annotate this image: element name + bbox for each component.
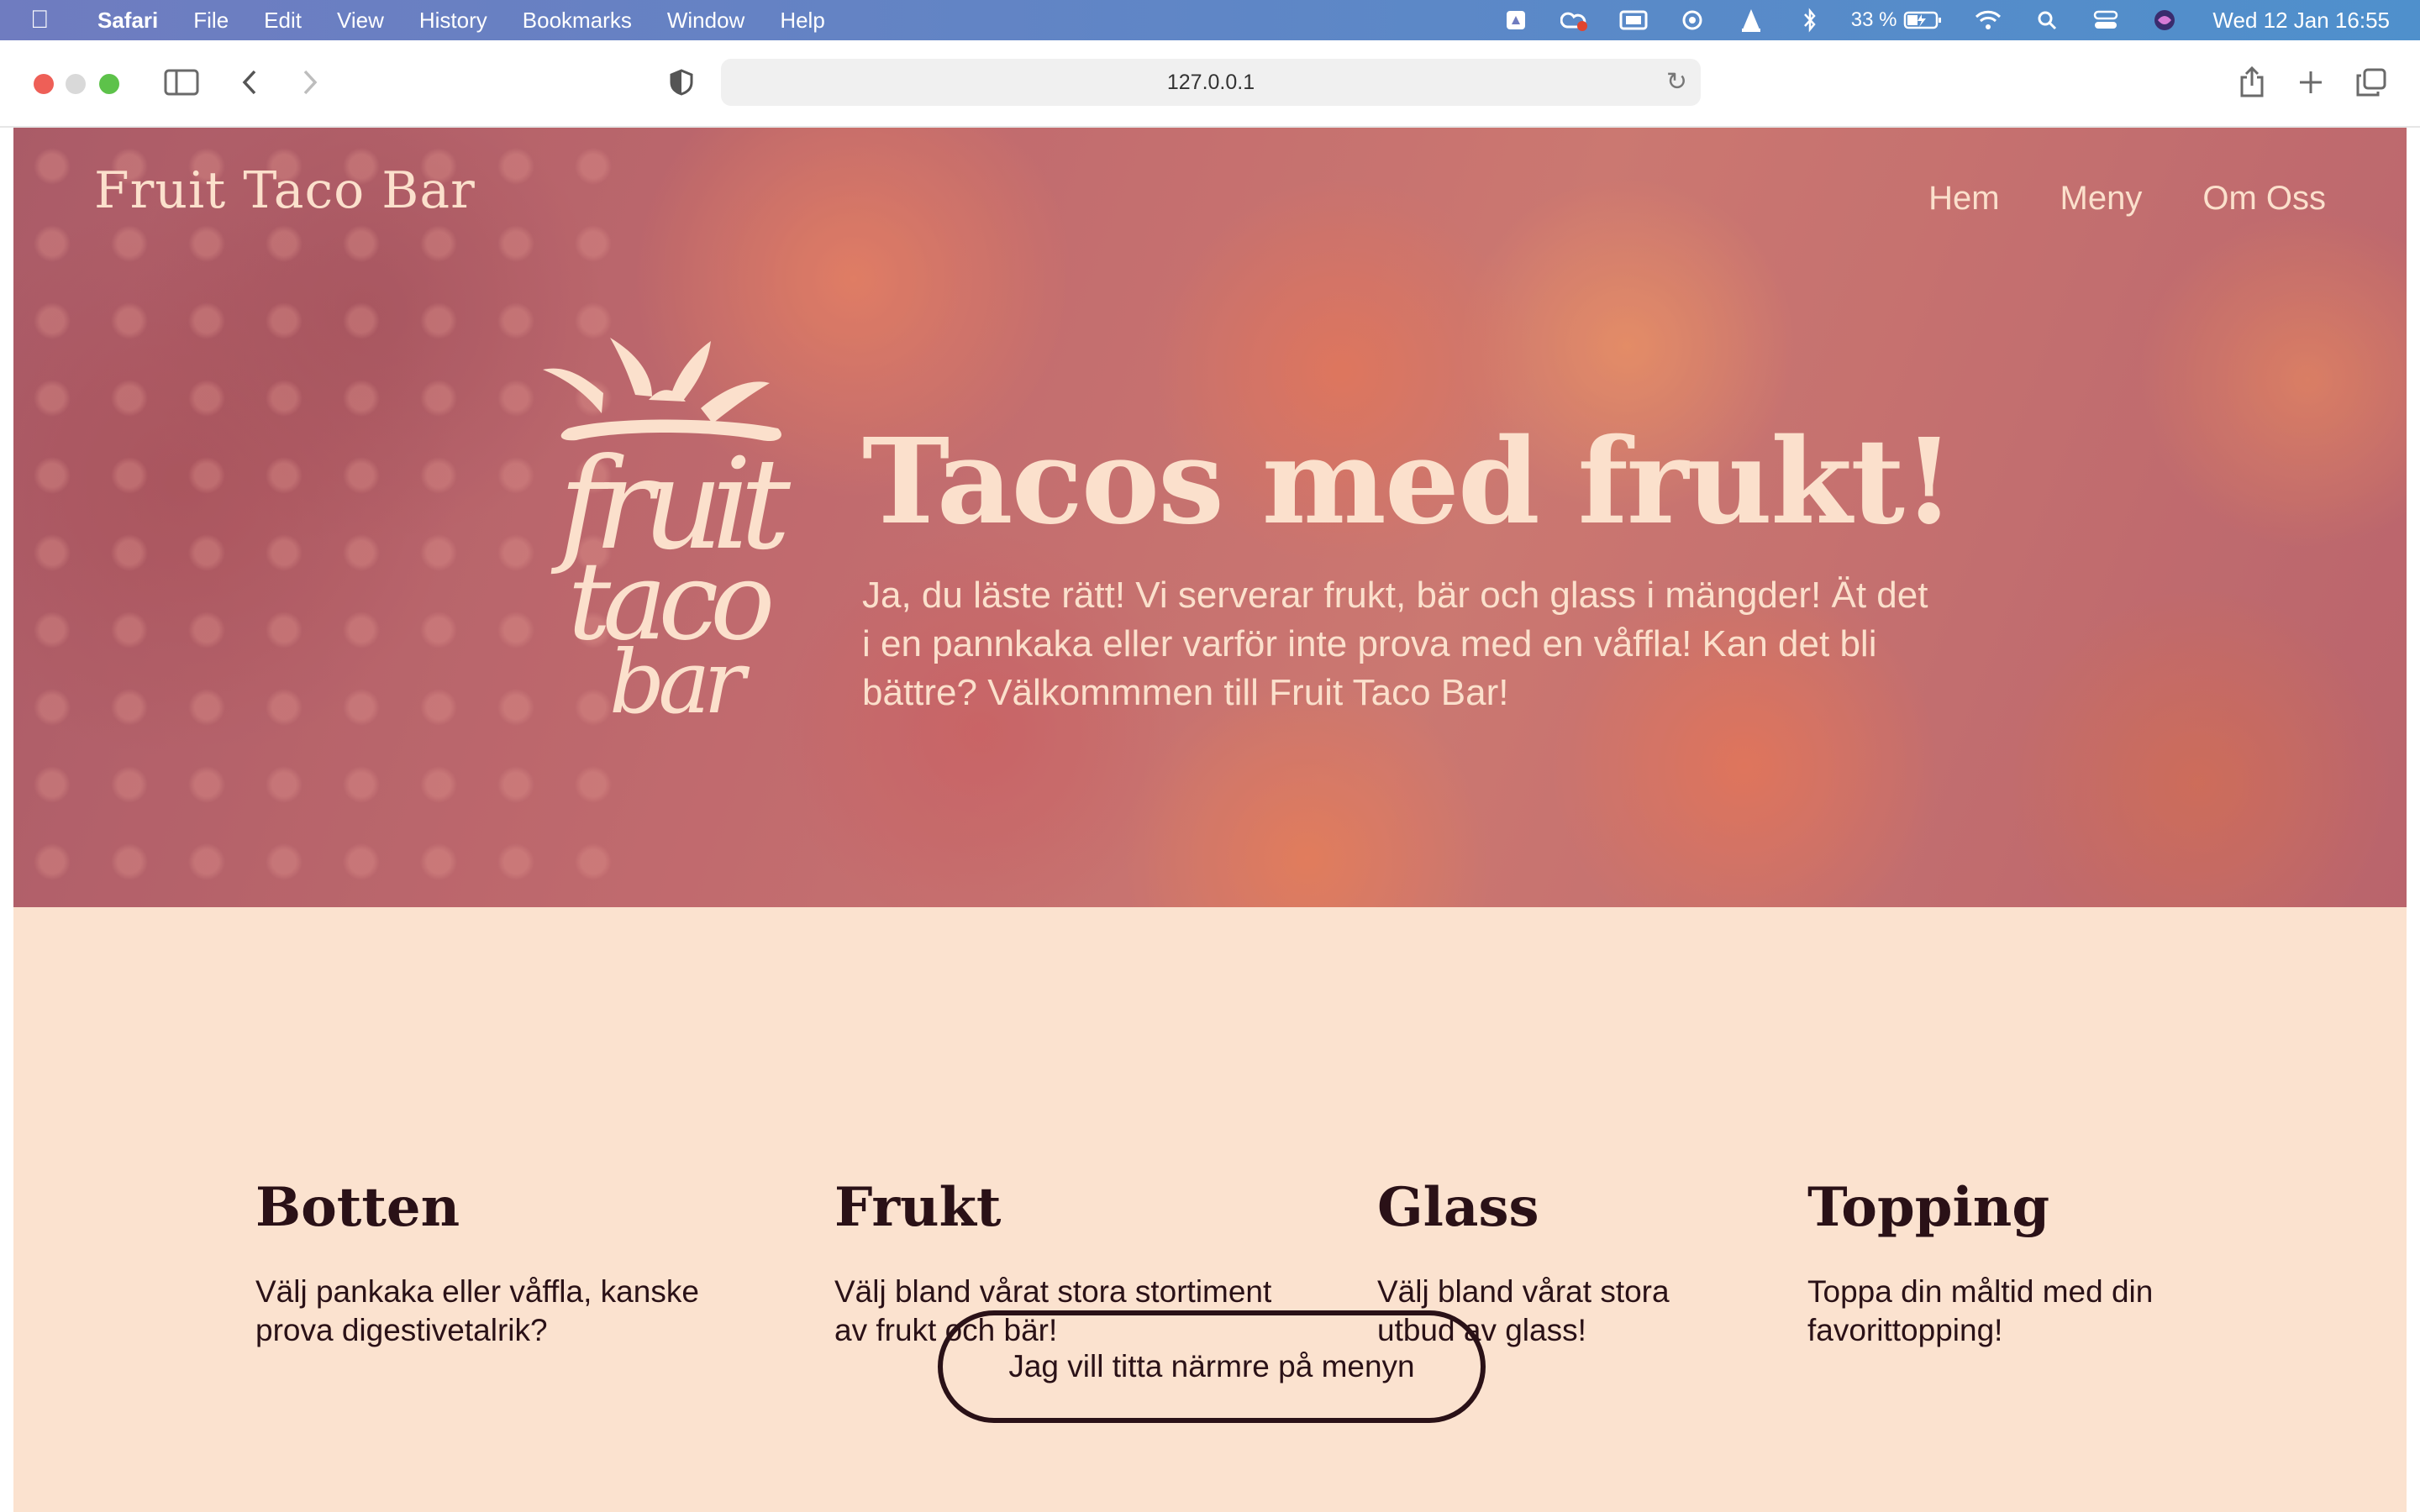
window-close-button[interactable]	[34, 74, 54, 94]
menu-bar-status-area: 33 % Wed 12 Jan 16:55	[1471, 8, 2390, 34]
address-bar-url[interactable]: 127.0.0.1	[1167, 71, 1255, 95]
search-icon[interactable]	[2033, 8, 2061, 33]
creative-cloud-icon[interactable]	[1560, 8, 1589, 33]
menu-app-name[interactable]: Safari	[97, 8, 158, 34]
view-menu-button[interactable]: Jag vill titta närmre på menyn	[938, 1310, 1486, 1423]
privacy-shield-icon[interactable]	[667, 62, 696, 102]
bluetooth-icon[interactable]	[1796, 8, 1824, 33]
logo-word-bar: bar	[609, 631, 750, 722]
forward-arrow-icon[interactable]	[296, 62, 324, 102]
menu-bar-clock[interactable]: Wed 12 Jan 16:55	[2212, 8, 2390, 34]
siri-icon[interactable]	[2150, 8, 2179, 33]
feature-topping: Topping Toppa din måltid med din favorit…	[1807, 1176, 2211, 1350]
drive-icon[interactable]	[1502, 8, 1530, 33]
strawberry-logo: fruit taco bar	[543, 338, 803, 722]
macos-menu-bar:  Safari File Edit View History Bookmark…	[0, 0, 2420, 40]
menu-history[interactable]: History	[419, 8, 487, 34]
menu-bookmarks[interactable]: Bookmarks	[523, 8, 632, 34]
hero-heading: Tacos med frukt!	[862, 413, 1954, 551]
sidebar-toggle-icon[interactable]	[161, 62, 202, 102]
hero-description: Ja, du läste rätt! Vi serverar frukt, bä…	[862, 575, 1928, 713]
browser-toolbar: 127.0.0.1 ↻	[0, 40, 2420, 128]
sync-icon[interactable]	[1678, 8, 1707, 33]
hero-section: Fruit Taco Bar Hem Meny Om Oss fruit tac…	[13, 128, 2407, 907]
nav-link-hem[interactable]: Hem	[1928, 180, 1999, 218]
web-page: Fruit Taco Bar Hem Meny Om Oss fruit tac…	[13, 128, 2407, 1512]
window-zoom-button[interactable]	[99, 74, 119, 94]
display-icon[interactable]	[1619, 8, 1648, 33]
feature-title: Frukt	[834, 1176, 1002, 1239]
control-center-icon[interactable]	[2091, 8, 2120, 33]
nav-link-om-oss[interactable]: Om Oss	[2202, 180, 2326, 218]
address-bar[interactable]: 127.0.0.1 ↻	[721, 59, 1701, 106]
menu-help[interactable]: Help	[780, 8, 824, 34]
new-tab-plus-icon[interactable]	[2294, 62, 2328, 102]
back-arrow-icon[interactable]	[235, 62, 264, 102]
tab-overview-icon[interactable]	[2354, 62, 2388, 102]
feature-text: Välj pankaka eller våffla, kanske prova …	[255, 1274, 699, 1347]
menu-edit[interactable]: Edit	[264, 8, 302, 34]
reload-icon[interactable]: ↻	[1666, 67, 1687, 97]
feature-title: Topping	[1807, 1176, 2050, 1239]
apple-menu-icon[interactable]: 	[30, 6, 64, 34]
vlc-icon[interactable]	[1737, 8, 1765, 33]
main-navigation: Hem Meny Om Oss	[1868, 180, 2326, 218]
wifi-icon[interactable]	[1974, 8, 2002, 33]
menu-window[interactable]: Window	[667, 8, 744, 34]
feature-title: Glass	[1377, 1176, 1539, 1239]
nav-link-meny[interactable]: Meny	[2060, 180, 2143, 218]
feature-text: Toppa din måltid med din favorittopping!	[1807, 1274, 2154, 1347]
window-minimize-button[interactable]	[66, 74, 86, 94]
menu-file[interactable]: File	[193, 8, 229, 34]
site-title[interactable]: Fruit Taco Bar	[94, 161, 476, 220]
menu-view[interactable]: View	[337, 8, 384, 34]
battery-icon[interactable]	[1903, 8, 1944, 33]
share-icon[interactable]	[2235, 62, 2269, 102]
feature-botten: Botten Välj pankaka eller våffla, kanske…	[255, 1176, 726, 1350]
feature-title: Botten	[255, 1176, 460, 1239]
battery-percentage: 33 %	[1850, 8, 1897, 31]
